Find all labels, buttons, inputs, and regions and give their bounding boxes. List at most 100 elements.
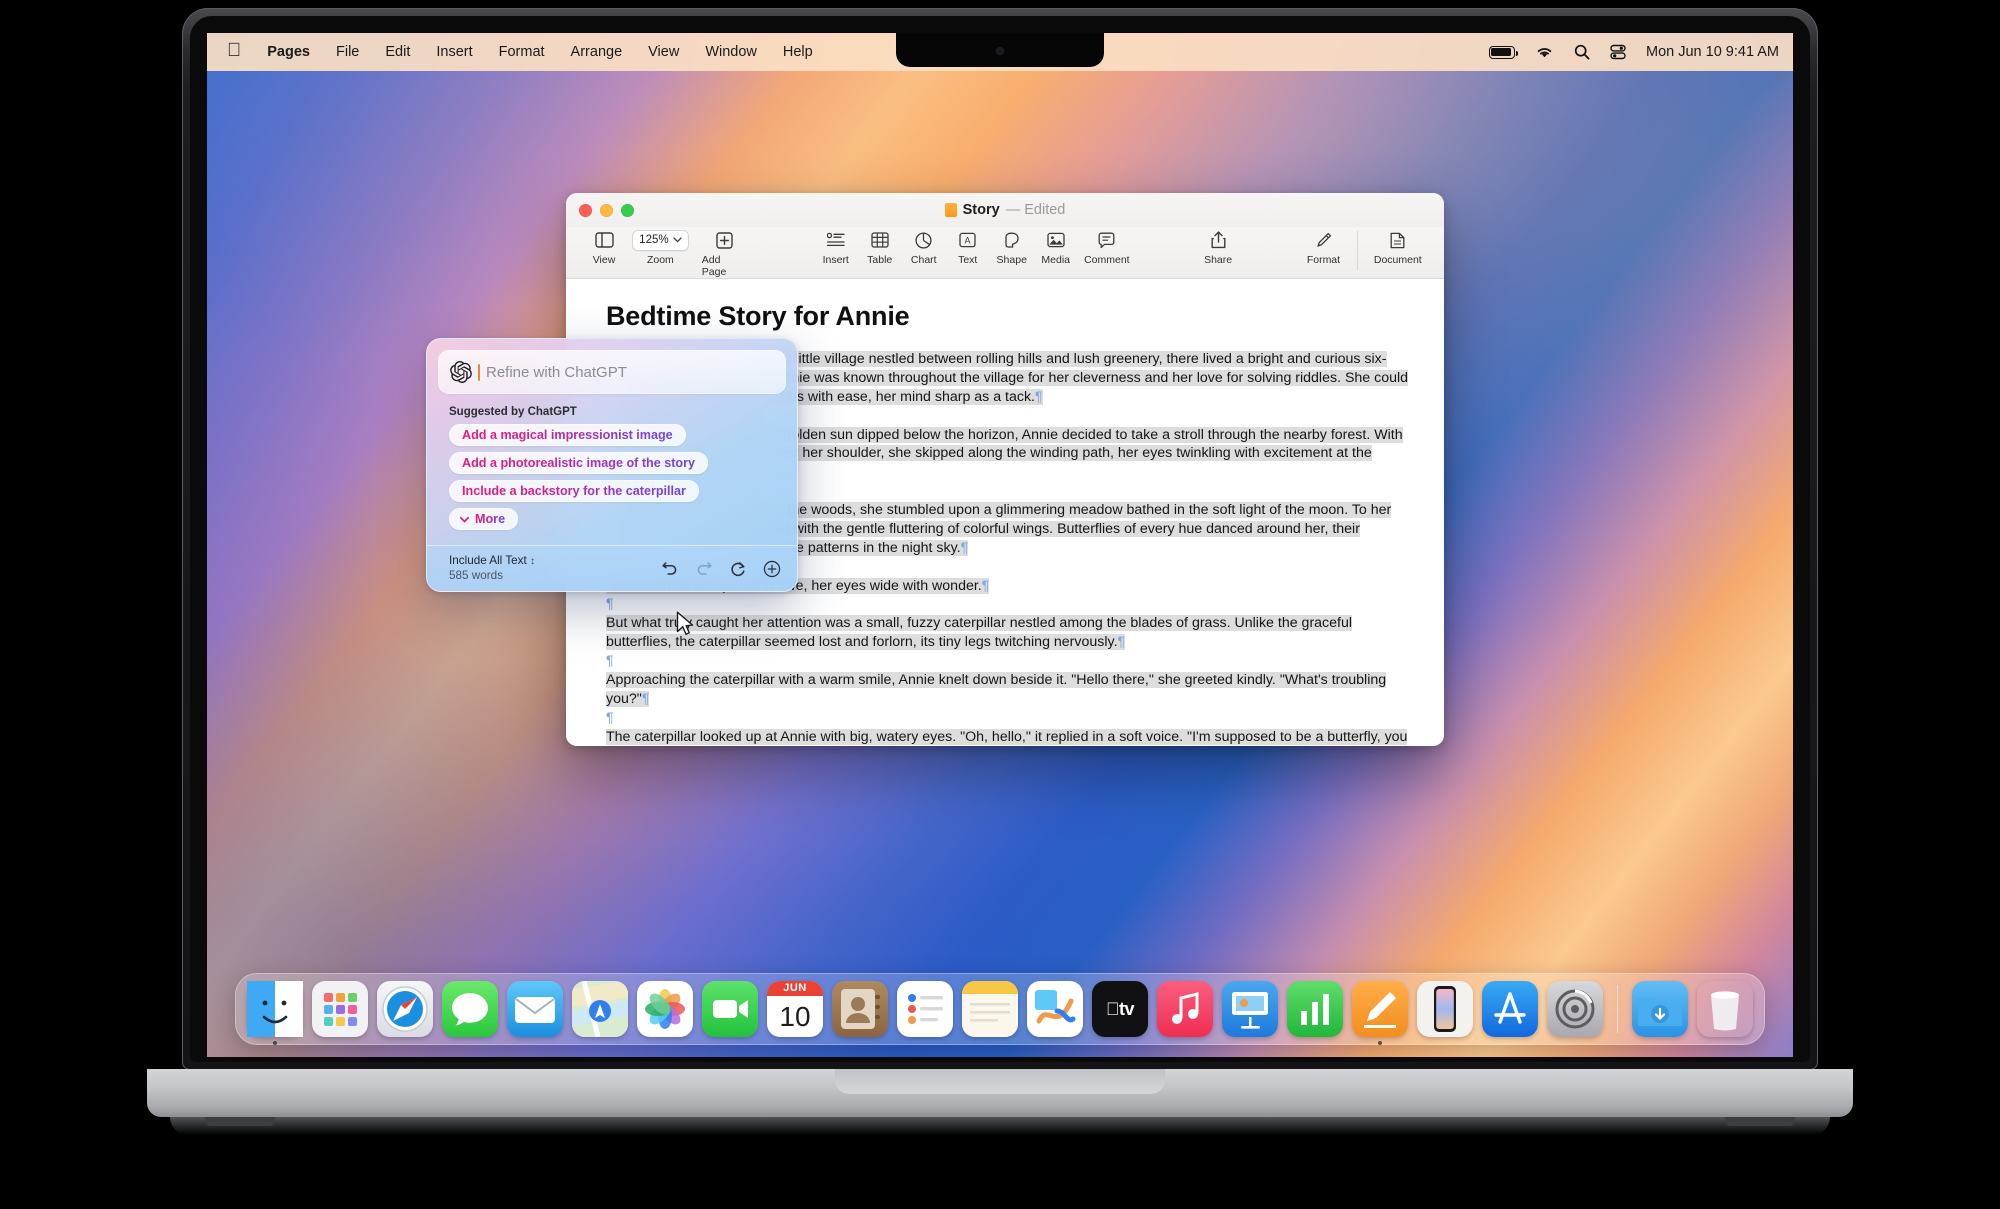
toolbar-view-button[interactable]: View <box>582 229 626 266</box>
suggestion-chip-1-label: Add a magical impressionist image <box>462 428 673 442</box>
toolbar-zoom-label: Zoom <box>646 254 674 266</box>
suggestion-chip-2[interactable]: Add a photorealistic image of the story <box>449 452 709 474</box>
battery-icon[interactable] <box>1489 45 1519 59</box>
chevron-down-icon <box>459 516 470 522</box>
menu-item-insert[interactable]: Insert <box>423 43 485 62</box>
document-paragraph: But what truly caught her attention was … <box>606 614 1410 652</box>
dock-item-reminders[interactable] <box>897 981 953 1037</box>
menu-item-view[interactable]: View <box>635 43 692 62</box>
pages-icon <box>1364 992 1396 1028</box>
dock-item-music[interactable] <box>1157 981 1213 1037</box>
pilcrow-mark: ¶ <box>1117 634 1126 651</box>
window-title: Story — Edited <box>566 202 1444 218</box>
dock-item-numbers[interactable] <box>1287 981 1343 1037</box>
toolbar-share-button[interactable]: Share <box>1196 229 1240 266</box>
wifi-icon[interactable] <box>1535 45 1554 59</box>
dock-item-launchpad[interactable] <box>312 981 368 1037</box>
downloads-folder-icon <box>1638 998 1682 1026</box>
dock-item-pages[interactable] <box>1352 981 1408 1045</box>
dock-item-keynote[interactable] <box>1222 981 1278 1037</box>
document-paragraph: The caterpillar looked up at Annie with … <box>606 728 1410 746</box>
regenerate-icon[interactable] <box>729 560 747 578</box>
document-panel-icon <box>1390 229 1405 251</box>
menu-item-file[interactable]: File <box>323 43 372 62</box>
dock-item-photos[interactable] <box>637 981 693 1037</box>
apple-logo-icon[interactable]:  <box>225 41 254 63</box>
menu-item-format[interactable]: Format <box>486 43 558 62</box>
toolbar-shape-button[interactable]: Shape <box>990 229 1034 266</box>
chatgpt-action-buttons <box>661 560 781 578</box>
suggested-by-chatgpt-label: Suggested by ChatGPT <box>449 406 577 418</box>
toolbar-document-button[interactable]: Document <box>1368 229 1428 266</box>
dock-item-mail[interactable] <box>507 981 563 1037</box>
suggestion-chip-3[interactable]: Include a backstory for the caterpillar <box>449 480 699 502</box>
add-icon[interactable] <box>763 560 781 578</box>
appletv-label: tv <box>1106 998 1135 1019</box>
dock-item-system-settings[interactable] <box>1547 981 1603 1037</box>
dock-item-freeform[interactable] <box>1027 981 1083 1037</box>
search-icon[interactable] <box>1574 44 1590 60</box>
pilcrow-mark: ¶ <box>981 577 990 594</box>
table-icon <box>871 229 889 251</box>
add-page-icon <box>715 229 733 251</box>
include-text-control[interactable]: Include All Text ↕ 585 words <box>449 554 535 584</box>
dock-item-app-store[interactable] <box>1482 981 1538 1037</box>
redo-icon[interactable] <box>695 560 713 578</box>
dock-item-calendar[interactable]: JUN 10 <box>767 981 823 1037</box>
dock-item-iphone-mirroring[interactable] <box>1417 981 1473 1037</box>
menu-item-help[interactable]: Help <box>770 43 826 62</box>
dock-item-appletv[interactable]: tv <box>1092 981 1148 1037</box>
menu-item-edit[interactable]: Edit <box>372 43 423 62</box>
document-paragraph: Approaching the caterpillar with a warm … <box>606 671 1410 709</box>
contacts-icon <box>841 989 880 1029</box>
text-box-icon: A <box>959 229 976 251</box>
dock-item-downloads-folder[interactable] <box>1632 981 1688 1037</box>
toolbar-format-button[interactable]: Format <box>1300 229 1346 266</box>
suggestion-chip-1[interactable]: Add a magical impressionist image <box>449 424 686 446</box>
dock-item-trash[interactable] <box>1697 981 1753 1037</box>
toolbar-chart-button[interactable]: Chart <box>902 229 946 266</box>
dock-item-notes[interactable] <box>962 981 1018 1037</box>
menu-item-arrange[interactable]: Arrange <box>558 43 636 62</box>
toolbar-view-label: View <box>592 254 616 266</box>
toolbar-zoom-control[interactable]: 125% Zoom <box>626 229 695 266</box>
dock-item-finder[interactable] <box>247 981 303 1045</box>
dock-divider <box>1617 985 1618 1033</box>
toolbar-insert-button[interactable]: Insert <box>814 229 858 266</box>
media-icon <box>1047 229 1065 251</box>
insert-icon <box>826 229 845 251</box>
screen:  Pages File Edit Insert Format Arrange … <box>207 33 1793 1057</box>
menu-item-pages[interactable]: Pages <box>254 43 323 62</box>
edited-status: — Edited <box>1005 202 1066 218</box>
window-titlebar[interactable]: Story — Edited <box>566 193 1444 227</box>
toolbar-text-label: Text <box>958 254 978 266</box>
dock-item-contacts[interactable] <box>832 981 888 1037</box>
more-suggestions-button[interactable]: More <box>449 508 519 530</box>
calendar-day: 10 <box>779 1000 811 1032</box>
toolbar-document-label: Document <box>1373 254 1422 266</box>
dock-item-safari[interactable] <box>377 981 433 1037</box>
toolbar-share-label: Share <box>1204 254 1233 266</box>
undo-icon[interactable] <box>661 560 679 578</box>
menu-bar-clock[interactable]: Mon Jun 10 9:41 AM <box>1646 44 1779 60</box>
zoom-dropdown[interactable]: 125% <box>632 229 689 251</box>
suggestion-chip-3-label: Include a backstory for the caterpillar <box>462 484 686 498</box>
finder-icon <box>247 981 303 1037</box>
numbers-icon <box>1301 994 1329 1025</box>
toolbar-media-button[interactable]: Media <box>1034 229 1078 266</box>
chatgpt-prompt-field[interactable]: Refine with ChatGPT <box>438 350 786 394</box>
system-settings-icon <box>1555 989 1595 1029</box>
paragraph-text: But what truly caught her attention was … <box>606 615 1353 651</box>
toolbar-text-button[interactable]: A Text <box>946 229 990 266</box>
toolbar-comment-button[interactable]: Comment <box>1078 229 1136 266</box>
menu-item-window[interactable]: Window <box>692 43 770 62</box>
toolbar-comment-label: Comment <box>1084 254 1130 266</box>
dock-item-facetime[interactable] <box>702 981 758 1037</box>
empty-paragraph: ¶ <box>606 709 614 726</box>
openai-logo-icon <box>450 361 472 383</box>
dock-item-messages[interactable] <box>442 981 498 1037</box>
toolbar-table-button[interactable]: Table <box>858 229 902 266</box>
control-center-icon[interactable] <box>1610 44 1626 60</box>
toolbar-add-page-button[interactable]: Add Page <box>695 229 754 278</box>
dock-item-maps[interactable] <box>572 981 628 1037</box>
